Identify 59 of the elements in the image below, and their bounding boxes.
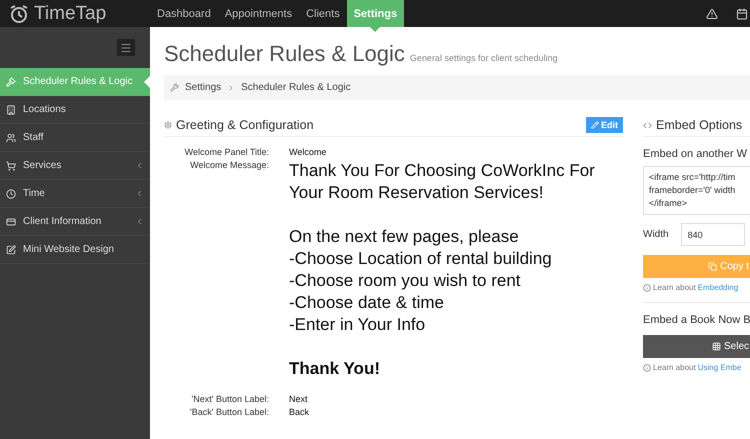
grid-icon (712, 342, 721, 351)
logo-icon (8, 4, 30, 24)
tab-pointer (370, 27, 380, 32)
message-paragraph: Thank You For Choosing CoWorkInc For Your Room Reservation Services! (289, 160, 596, 204)
brand-name: TimeTap (34, 2, 106, 24)
card-icon (6, 216, 16, 226)
subsection-title: Embed a Book Now B (643, 314, 750, 326)
info-icon (643, 364, 651, 372)
subsection-title: Embed on another W (643, 148, 748, 160)
sidebar-item[interactable]: Mini Website Design (0, 236, 150, 264)
gear-icon (164, 121, 172, 129)
cart-icon (6, 160, 16, 170)
width-label: Width (643, 229, 669, 240)
nav-tab[interactable]: Appointments (218, 0, 300, 27)
chevron-icon (135, 217, 144, 226)
chevron-icon (135, 161, 144, 170)
sidebar-item[interactable]: Locations (0, 96, 150, 124)
field-label: Welcome Panel Title: (184, 147, 269, 157)
sidebar-item[interactable]: Client Information (0, 208, 150, 236)
page-title: Scheduler Rules & Logic (164, 41, 405, 67)
field-label: 'Next' Button Label: (190, 394, 269, 404)
section-title: Embed Options (656, 118, 742, 132)
field-value: Welcome (289, 147, 328, 157)
width-input[interactable]: 840 (680, 223, 745, 246)
chevron-icon (135, 189, 144, 198)
embed-code-field[interactable]: <iframe src='http://tim frameborder='0' width </iframe> (643, 166, 750, 215)
menu-button[interactable] (117, 39, 135, 56)
building-icon (6, 104, 16, 114)
info-icon (643, 284, 651, 292)
breadcrumb-item: Scheduler Rules & Logic (241, 82, 351, 93)
field-value: Next (289, 394, 309, 404)
clock-icon (6, 188, 16, 198)
calendar-icon[interactable] (736, 8, 748, 20)
item-pointer (144, 76, 150, 88)
wrench-icon (170, 83, 179, 92)
sidebar-item[interactable]: Services (0, 152, 150, 180)
users-icon (6, 132, 16, 142)
field-label: Welcome Message: (189, 160, 269, 170)
help-text: Learn about (653, 363, 696, 372)
gavel-icon (6, 76, 16, 86)
sidebar-item[interactable]: Staff (0, 124, 150, 152)
menu-icon (120, 42, 132, 54)
message-paragraph: Thank You! (289, 358, 381, 380)
nav-tab[interactable]: Clients (299, 0, 347, 27)
select-button[interactable]: Selec (643, 335, 750, 358)
nav-tab[interactable]: Dashboard (150, 0, 218, 27)
field-value: Back (289, 407, 310, 417)
section-title: Greeting & Configuration (176, 118, 314, 132)
message-paragraph: On the next few pages, please -Choose Location of rental building -Choose room you wish to rent -Choose date & time -Enter in Your Info (289, 226, 553, 336)
help-text: Learn about (653, 283, 696, 292)
page-subtitle: General settings for client scheduling (410, 53, 558, 63)
warning-icon[interactable] (706, 8, 718, 20)
field-label: 'Back' Button Label: (189, 407, 269, 417)
copy-icon (708, 262, 718, 271)
sidebar-item[interactable]: Time (0, 180, 150, 208)
code-icon (643, 120, 652, 130)
pencil-icon (591, 121, 599, 129)
edit-icon (6, 244, 16, 254)
breadcrumb-item[interactable]: Settings (185, 82, 222, 93)
